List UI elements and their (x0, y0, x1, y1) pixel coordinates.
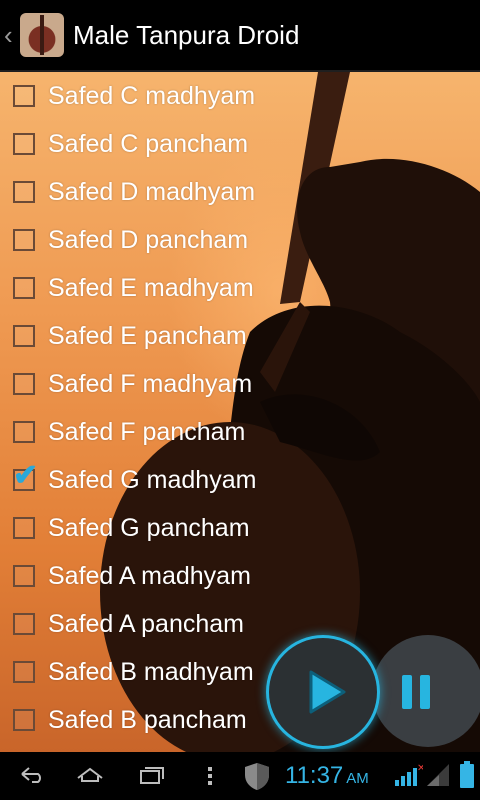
svg-text:✕: ✕ (417, 763, 423, 774)
chevron-left-icon[interactable]: ‹ (4, 20, 18, 51)
list-item-label: Safed B pancham (48, 705, 247, 734)
battery-icon (460, 761, 474, 788)
tanpura-icon[interactable] (20, 13, 64, 57)
list-item[interactable]: ✔ Safed C pancham (0, 120, 480, 168)
list-item-label: Safed F madhyam (48, 369, 253, 398)
back-icon[interactable] (18, 764, 46, 784)
list-item[interactable]: ✔ Safed E madhyam (0, 264, 480, 312)
checkbox[interactable]: ✔ (13, 277, 35, 299)
list-item[interactable]: ✔ Safed A madhyam (0, 552, 480, 600)
checkbox[interactable]: ✔ (13, 613, 35, 635)
list-item[interactable]: ✔ Safed G madhyam (0, 456, 480, 504)
list-item[interactable]: ✔ Safed F pancham (0, 408, 480, 456)
app-title: Male Tanpura Droid (73, 19, 300, 50)
checkbox[interactable]: ✔ (13, 461, 38, 491)
list-item[interactable]: ✔ Safed C madhyam (0, 72, 480, 120)
list-item-label: Safed A pancham (48, 609, 244, 638)
pause-icon (402, 675, 430, 709)
checkbox[interactable]: ✔ (13, 565, 35, 587)
list-item[interactable]: ✔ Safed D pancham (0, 216, 480, 264)
shield-icon (245, 763, 269, 790)
list-item-label: Safed F pancham (48, 417, 246, 446)
list-item-label: Safed E pancham (48, 321, 247, 350)
signal-icon (427, 764, 449, 786)
list-item-label: Safed C madhyam (48, 81, 256, 110)
check-icon: ✔ (13, 459, 39, 492)
play-icon (309, 670, 346, 714)
recent-apps-icon[interactable] (138, 764, 166, 786)
clock-time: 11:37 (285, 762, 344, 789)
menu-icon[interactable] (205, 764, 215, 788)
list-item-label: Safed A madhyam (48, 561, 251, 590)
checkbox[interactable]: ✔ (13, 661, 35, 683)
list-item-label: Safed D madhyam (48, 177, 256, 206)
checkbox[interactable]: ✔ (13, 229, 35, 251)
pause-button[interactable] (372, 635, 480, 747)
clock: 11:37 AM (285, 762, 369, 790)
checkbox[interactable]: ✔ (13, 181, 35, 203)
list-item[interactable]: ✔ Safed G pancham (0, 504, 480, 552)
wifi-icon: ✕ (395, 763, 423, 786)
checkbox[interactable]: ✔ (13, 517, 35, 539)
list-item[interactable]: ✔ Safed D madhyam (0, 168, 480, 216)
checkbox[interactable]: ✔ (13, 325, 35, 347)
action-bar: ‹ Male Tanpura Droid (0, 0, 480, 72)
list-item-label: Safed D pancham (48, 225, 249, 254)
list-item-label: Safed G pancham (48, 513, 250, 542)
play-button[interactable] (266, 635, 380, 749)
clock-ampm: AM (346, 770, 369, 787)
list-item-label: Safed C pancham (48, 129, 249, 158)
checkbox[interactable]: ✔ (13, 421, 35, 443)
checkbox[interactable]: ✔ (13, 373, 35, 395)
system-bar: 11:37 AM ✕ (0, 752, 480, 800)
list-item-label: Safed E madhyam (48, 273, 254, 302)
list-item[interactable]: ✔ Safed F madhyam (0, 360, 480, 408)
checkbox[interactable]: ✔ (13, 133, 35, 155)
list-item-label: Safed B madhyam (48, 657, 254, 686)
list-item[interactable]: ✔ Safed E pancham (0, 312, 480, 360)
list-item-label: Safed G madhyam (48, 465, 257, 494)
checkbox[interactable]: ✔ (13, 709, 35, 731)
home-icon[interactable] (74, 764, 106, 784)
checkbox[interactable]: ✔ (13, 85, 35, 107)
